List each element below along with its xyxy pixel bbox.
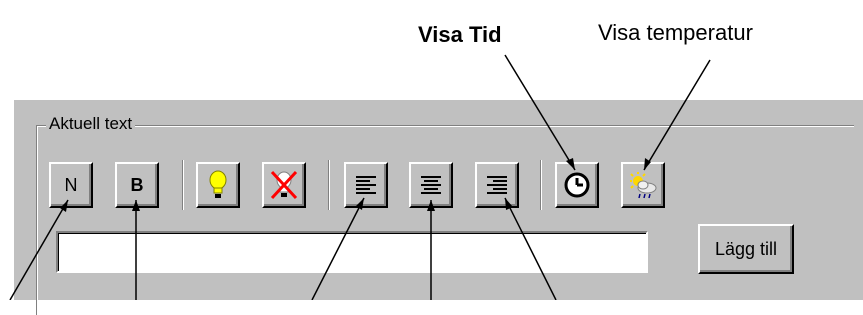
light-on-button[interactable] — [196, 162, 240, 208]
align-left-button[interactable] — [344, 162, 388, 208]
dialog-panel: Aktuell text N B Lägg till — [12, 98, 863, 315]
current-text-groupbox — [36, 125, 854, 315]
show-time-button[interactable] — [555, 162, 599, 208]
weather-icon — [630, 172, 657, 199]
normal-text-label: N — [64, 174, 78, 195]
align-center-icon — [421, 176, 441, 194]
align-right-icon — [487, 176, 507, 194]
align-right-button[interactable] — [475, 162, 519, 208]
bold-text-button[interactable]: B — [115, 162, 159, 208]
light-bulb-icon — [209, 170, 227, 198]
toolbar-separator — [540, 160, 542, 210]
show-temperature-button[interactable] — [621, 162, 665, 208]
align-center-button[interactable] — [409, 162, 453, 208]
toolbar-separator — [328, 160, 330, 210]
show-time-callout: Visa Tid — [418, 22, 502, 47]
add-button[interactable]: Lägg till — [698, 224, 794, 274]
current-text-input[interactable] — [56, 231, 648, 273]
groupbox-title: Aktuell text — [46, 114, 136, 134]
light-off-icon — [270, 170, 298, 200]
toolbar-separator — [182, 160, 184, 210]
clock-icon — [564, 172, 590, 198]
light-off-button[interactable] — [262, 162, 306, 208]
bold-text-label: B — [130, 174, 144, 195]
normal-text-button[interactable]: N — [49, 162, 93, 208]
show-temperature-callout: Visa temperatur — [598, 20, 753, 45]
align-left-icon — [356, 176, 376, 194]
